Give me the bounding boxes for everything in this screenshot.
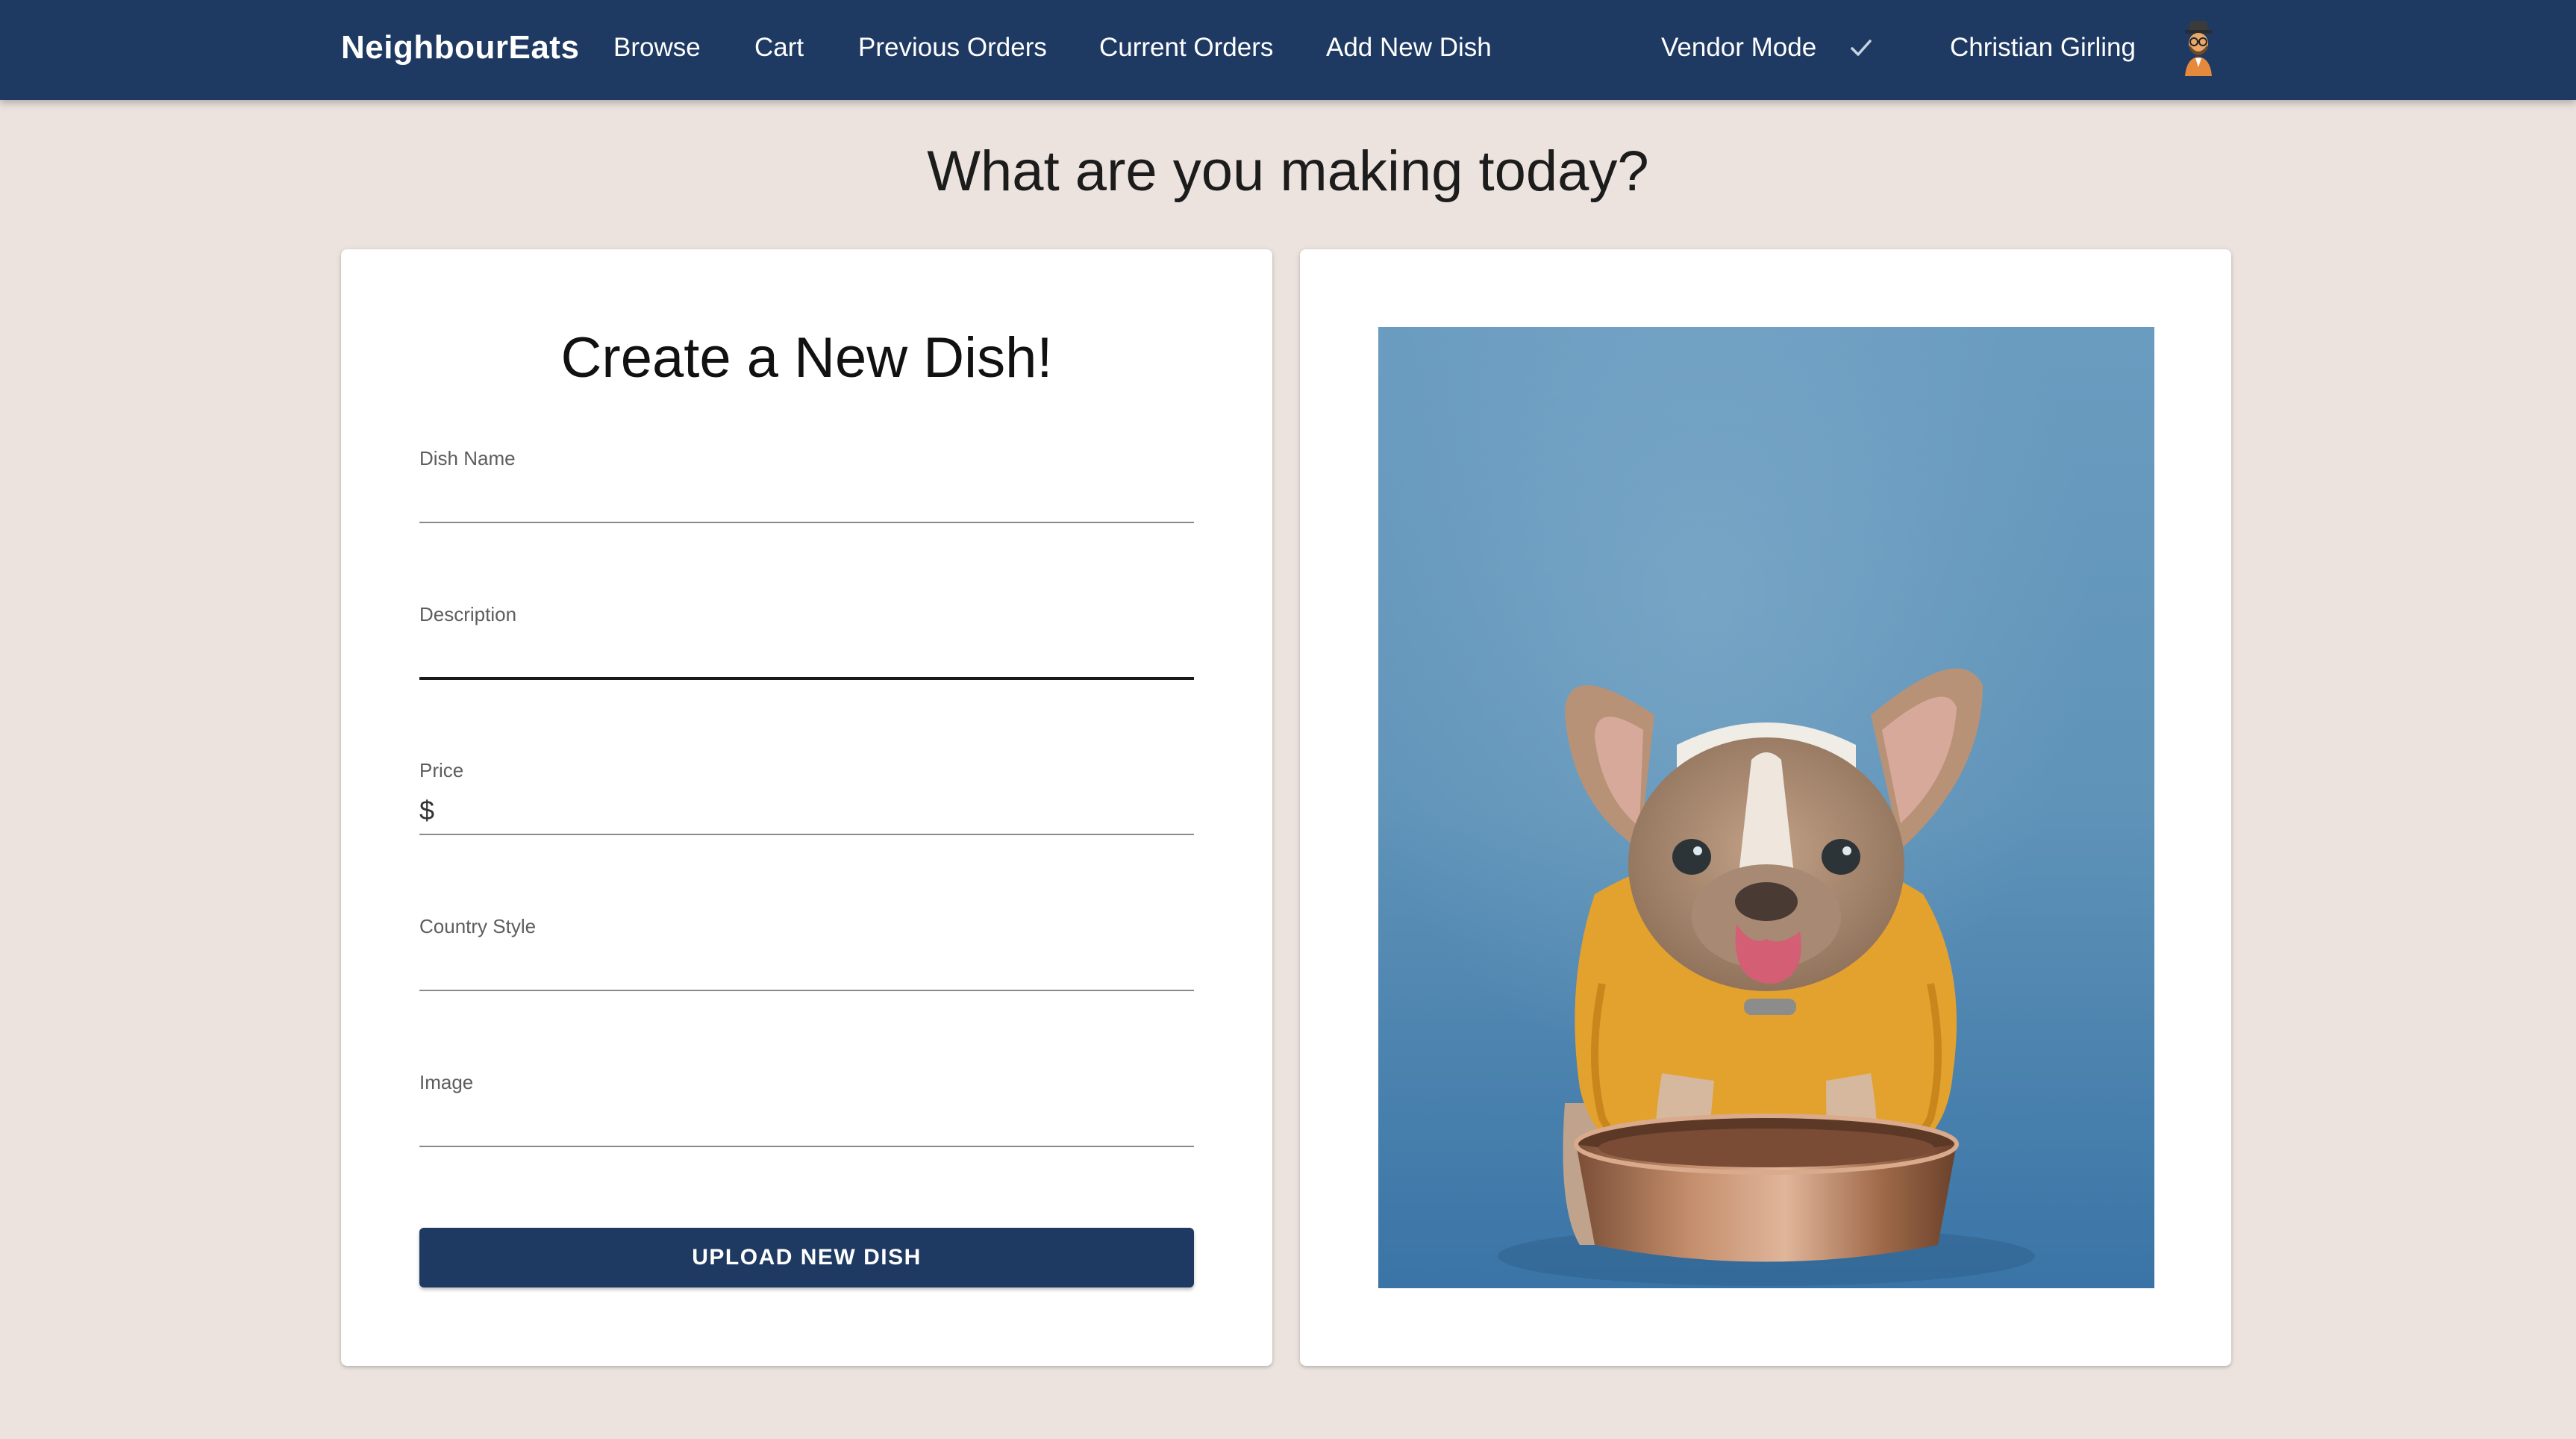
vendor-mode-toggle[interactable]: Vendor Mode (1661, 0, 1816, 96)
description-underline (419, 677, 1194, 680)
dish-name-label: Dish Name (419, 447, 516, 469)
nav-previous-orders[interactable]: Previous Orders (858, 0, 1047, 96)
dish-preview-image (1378, 327, 2154, 1288)
image-underline (419, 1146, 1194, 1147)
dish-name-underline (419, 522, 1194, 523)
nav-add-new-dish[interactable]: Add New Dish (1326, 0, 1492, 96)
price-underline (419, 834, 1194, 835)
description-input[interactable] (419, 630, 1194, 678)
price-input[interactable] (445, 786, 1194, 834)
preview-card (1300, 249, 2231, 1366)
avatar[interactable] (2178, 19, 2219, 76)
dish-name-input[interactable] (419, 474, 1194, 522)
brand-logo[interactable]: NeighbourEats (341, 0, 579, 96)
user-name[interactable]: Christian Girling (1950, 0, 2136, 96)
top-navbar: NeighbourEats Browse Cart Previous Order… (0, 0, 2576, 100)
image-label: Image (419, 1071, 474, 1093)
form-title: Create a New Dish! (560, 326, 1053, 390)
country-style-input[interactable] (419, 942, 1194, 990)
check-icon[interactable] (1849, 33, 1873, 63)
nav-cart[interactable]: Cart (754, 0, 804, 96)
price-label: Price (419, 759, 464, 781)
create-dish-card: Create a New Dish! Dish Name Description… (341, 249, 1272, 1366)
country-style-underline (419, 990, 1194, 991)
upload-new-dish-button[interactable]: UPLOAD NEW DISH (419, 1228, 1194, 1287)
nav-browse[interactable]: Browse (613, 0, 701, 96)
image-input[interactable] (419, 1098, 1194, 1146)
currency-prefix: $ (419, 795, 435, 825)
page-title: What are you making today? (927, 140, 1649, 203)
nav-current-orders[interactable]: Current Orders (1099, 0, 1273, 96)
description-label: Description (419, 603, 517, 625)
country-style-label: Country Style (419, 915, 537, 937)
